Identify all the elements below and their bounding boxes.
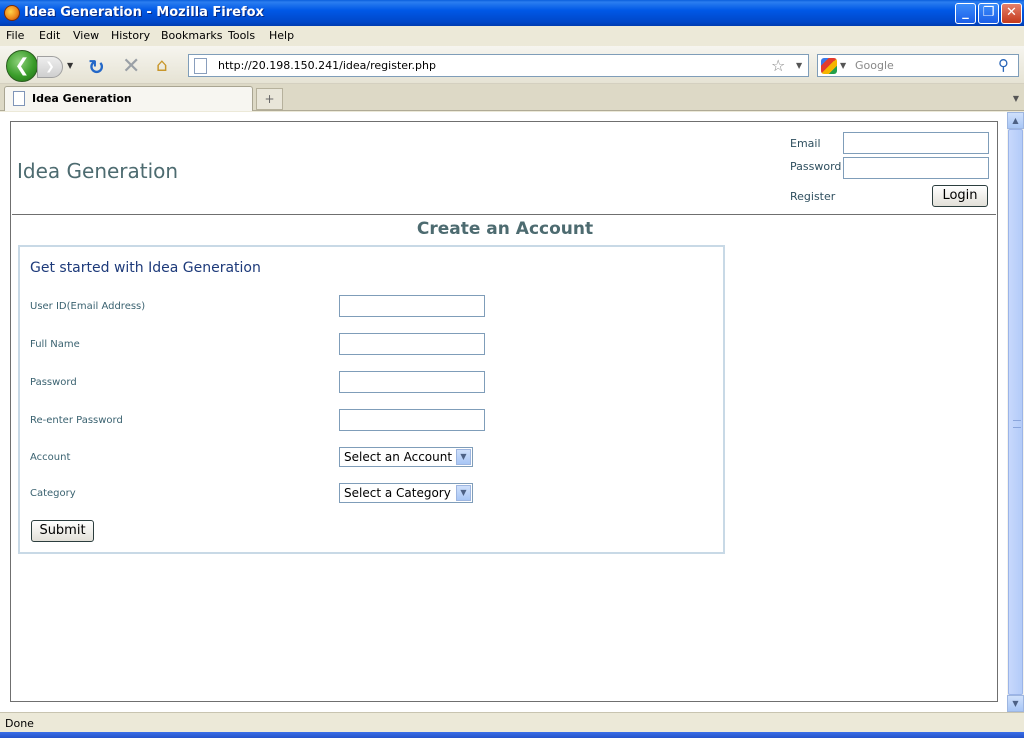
search-icon[interactable]: ⚲ — [998, 56, 1009, 74]
full-name-label: Full Name — [30, 339, 80, 350]
form-heading: Get started with Idea Generation — [30, 260, 261, 276]
password-label: Password — [790, 160, 842, 173]
menu-help[interactable]: Help — [269, 29, 294, 42]
category-selected: Select a Category — [344, 486, 451, 500]
reload-icon[interactable]: ↻ — [88, 55, 105, 79]
chevron-down-icon[interactable]: ▼ — [456, 485, 471, 501]
tab-list-icon[interactable]: ▼ — [1008, 88, 1024, 110]
email-label: Email — [790, 137, 821, 150]
account-selected: Select an Account — [344, 450, 453, 464]
menu-bookmarks[interactable]: Bookmarks — [161, 29, 222, 42]
url-text[interactable]: http://20.198.150.241/idea/register.php — [218, 59, 436, 72]
home-icon[interactable]: ⌂ — [156, 55, 167, 76]
stop-icon[interactable]: ✕ — [122, 54, 140, 79]
page-frame: Idea Generation Email Password Register … — [10, 121, 998, 702]
section-title: Create an Account — [416, 219, 594, 239]
page-icon — [194, 58, 207, 74]
menu-bar: File Edit View History Bookmarks Tools H… — [0, 26, 1024, 46]
login-button[interactable]: Login — [932, 185, 988, 207]
window-title: Idea Generation - Mozilla Firefox — [24, 5, 264, 20]
taskbar-edge — [0, 732, 1024, 738]
account-label: Account — [30, 452, 71, 463]
tab-label: Idea Generation — [32, 92, 132, 105]
page-viewport: Idea Generation Email Password Register … — [0, 112, 1007, 712]
submit-button[interactable]: Submit — [31, 520, 94, 542]
minimize-button[interactable]: _ — [955, 3, 976, 24]
search-bar[interactable]: ▼ Google ⚲ — [817, 54, 1019, 77]
tab-strip: Idea Generation + ▼ — [0, 84, 1024, 111]
chevron-down-icon[interactable]: ▼ — [456, 449, 471, 465]
menu-edit[interactable]: Edit — [39, 29, 60, 42]
window-titlebar: Idea Generation - Mozilla Firefox _ ❐ ✕ — [0, 0, 1024, 26]
reenter-password-label: Re-enter Password — [30, 415, 123, 426]
password-field[interactable] — [843, 157, 989, 179]
grip-icon — [1013, 420, 1021, 428]
maximize-button[interactable]: ❐ — [978, 3, 999, 24]
register-link[interactable]: Register — [790, 190, 835, 203]
site-header: Idea Generation Email Password Register … — [12, 123, 996, 215]
forward-button[interactable]: ❯ — [37, 56, 63, 78]
search-placeholder[interactable]: Google — [855, 59, 894, 72]
status-text: Done — [5, 717, 34, 730]
menu-file[interactable]: File — [6, 29, 24, 42]
menu-view[interactable]: View — [73, 29, 99, 42]
email-field[interactable] — [843, 132, 989, 154]
user-id-field[interactable] — [339, 295, 485, 317]
back-button[interactable]: ❮ — [6, 50, 38, 82]
firefox-icon — [4, 5, 20, 21]
tab-idea-generation[interactable]: Idea Generation — [4, 86, 253, 111]
status-bar: Done — [0, 712, 1024, 732]
bookmark-star-icon[interactable]: ☆ — [771, 56, 785, 75]
category-label: Category — [30, 488, 76, 499]
site-title: Idea Generation — [17, 159, 179, 183]
search-engine-dropdown-icon[interactable]: ▼ — [840, 61, 846, 70]
menu-history[interactable]: History — [111, 29, 150, 42]
full-name-field[interactable] — [339, 333, 485, 355]
google-icon[interactable] — [821, 58, 837, 74]
password-label: Password — [30, 377, 77, 388]
scroll-thumb[interactable] — [1008, 129, 1023, 695]
password-field[interactable] — [339, 371, 485, 393]
page-icon — [13, 91, 25, 106]
close-button[interactable]: ✕ — [1001, 3, 1022, 24]
menu-tools[interactable]: Tools — [228, 29, 255, 42]
account-select[interactable]: Select an Account ▼ — [339, 447, 473, 467]
user-id-label: User ID(Email Address) — [30, 301, 146, 312]
url-dropdown-icon[interactable]: ▼ — [796, 61, 802, 70]
vertical-scrollbar[interactable]: ▲ ▼ — [1007, 112, 1024, 712]
register-form: Get started with Idea Generation User ID… — [18, 245, 725, 554]
history-dropdown-icon[interactable]: ▼ — [67, 61, 73, 70]
reenter-password-field[interactable] — [339, 409, 485, 431]
url-bar[interactable]: http://20.198.150.241/idea/register.php … — [188, 54, 809, 77]
scroll-down-icon[interactable]: ▼ — [1007, 695, 1024, 712]
scroll-up-icon[interactable]: ▲ — [1007, 112, 1024, 129]
new-tab-button[interactable]: + — [256, 88, 283, 110]
category-select[interactable]: Select a Category ▼ — [339, 483, 473, 503]
